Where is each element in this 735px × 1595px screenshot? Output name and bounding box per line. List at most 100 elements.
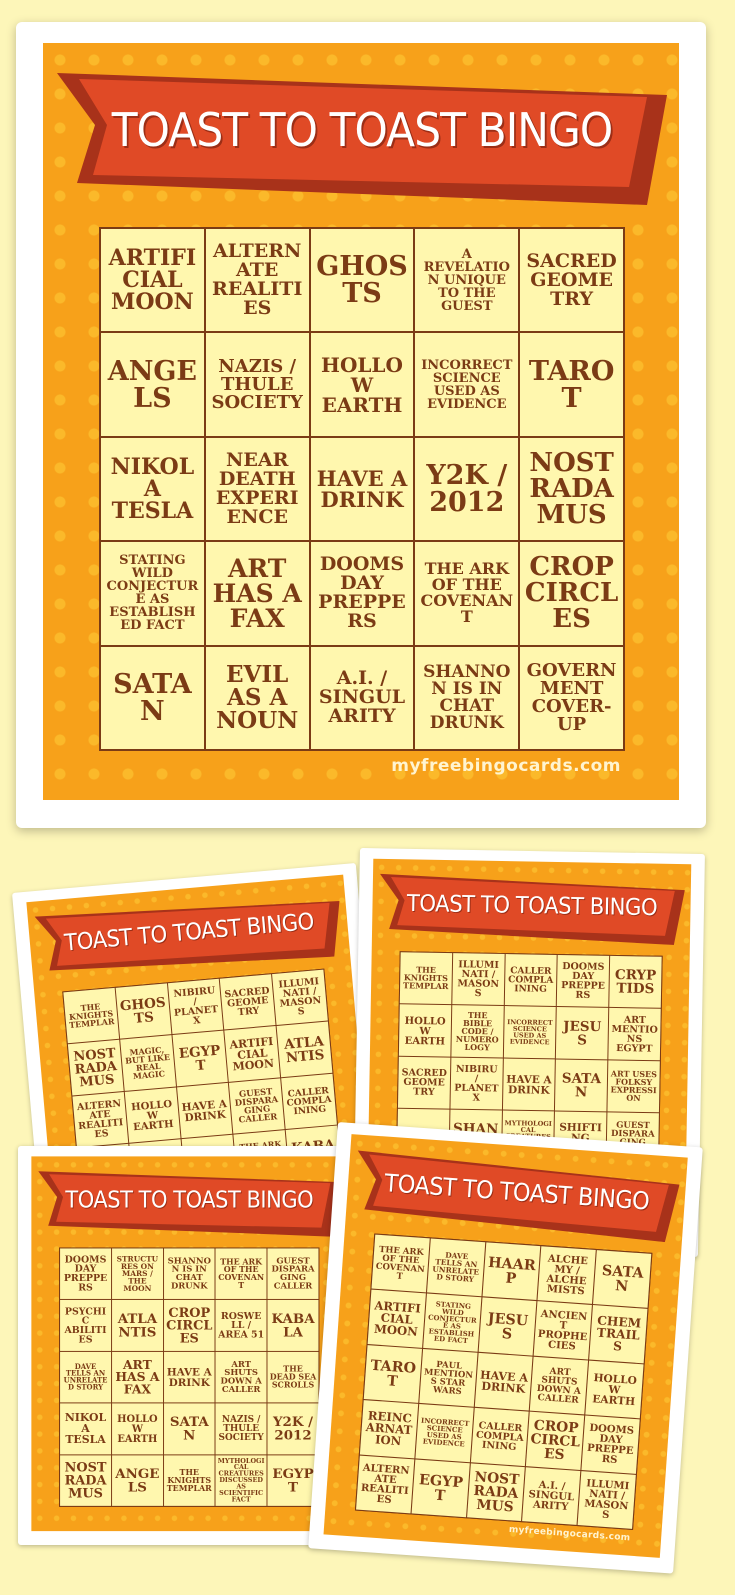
bingo-cell[interactable]: A.I. / SINGULARITY bbox=[310, 646, 414, 749]
bingo-cell[interactable]: REINCARNATION bbox=[359, 1400, 419, 1459]
bingo-cell[interactable]: NOSTRADAMUS bbox=[466, 1463, 526, 1522]
bingo-cell[interactable]: NIBIRU / PLANET X bbox=[167, 978, 224, 1035]
bingo-cell[interactable]: STATING WILD CONJECTURE AS ESTABLISHED F… bbox=[423, 1293, 482, 1352]
bingo-cell[interactable]: CALLER COMPLAINING bbox=[281, 1073, 337, 1130]
bingo-cell[interactable]: ALCHEMY / ALCHEMISTS bbox=[537, 1246, 596, 1305]
bingo-cell[interactable]: ANGELS bbox=[101, 333, 204, 436]
bingo-cell[interactable]: CROP CIRCLES bbox=[520, 542, 623, 645]
bingo-cell[interactable]: THE BIBLE CODE / NUMEROLOGY bbox=[451, 1005, 504, 1058]
bingo-cell[interactable]: TAROT bbox=[520, 333, 623, 436]
bingo-cell[interactable]: CALLER COMPLAINING bbox=[504, 954, 557, 1007]
bingo-cell[interactable]: SATAN bbox=[593, 1250, 652, 1309]
bingo-cell[interactable]: DOOMSDAY PREPPERS bbox=[60, 1248, 111, 1300]
bingo-cell[interactable]: HAVE A DRINK bbox=[310, 437, 414, 541]
bingo-cell[interactable]: THE KNIGHTS TEMPLAR bbox=[63, 987, 120, 1044]
bingo-cell[interactable]: INCORRECT SCIENCE USED AS EVIDENCE bbox=[415, 1404, 474, 1462]
bingo-cell[interactable]: DOOMSDAY PREPPERS bbox=[310, 542, 414, 645]
bingo-cell[interactable]: NOSTRADAMUS bbox=[60, 1455, 111, 1506]
bingo-cell[interactable]: ARTIFICIAL MOON bbox=[224, 1026, 281, 1082]
bingo-cell[interactable]: ALTERNATE REALITIES bbox=[205, 229, 309, 332]
bingo-cell[interactable]: ART HAS A FAX bbox=[111, 1351, 163, 1403]
bingo-cell[interactable]: PSYCHIC ABILITIES bbox=[60, 1300, 111, 1351]
bingo-cell[interactable]: CHEM TRAILS bbox=[589, 1305, 648, 1364]
bingo-cell[interactable]: NIKOLA TESLA bbox=[60, 1403, 111, 1455]
bingo-cell[interactable]: DOOMSDAY PREPPERS bbox=[581, 1415, 640, 1474]
bingo-cell[interactable]: ILLUMINATI / MASONS bbox=[452, 953, 505, 1006]
bingo-cell[interactable]: HAVE A DRINK bbox=[474, 1352, 533, 1411]
bingo-cell[interactable]: JESUS bbox=[556, 1007, 609, 1060]
bingo-cell[interactable]: TAROT bbox=[363, 1344, 422, 1403]
bingo-cell[interactable]: ATLANTIS bbox=[276, 1021, 333, 1078]
bingo-cell[interactable]: KABALA bbox=[267, 1300, 319, 1351]
bingo-cell[interactable]: HOLLOW EARTH bbox=[310, 333, 414, 436]
bingo-cell[interactable]: ILLUMINATI / MASONS bbox=[272, 969, 328, 1026]
bingo-cell[interactable]: EVIL AS A NOUN bbox=[205, 646, 309, 749]
bingo-cell[interactable]: DOOMSDAY PREPPERS bbox=[556, 954, 610, 1008]
bingo-cell[interactable]: SACRED GEOMETRY bbox=[397, 1056, 451, 1109]
bingo-cell[interactable]: HAVE A DRINK bbox=[163, 1351, 215, 1403]
bingo-cell[interactable]: INCORRECT SCIENCE USED AS EVIDENCE bbox=[415, 333, 519, 436]
bingo-cell[interactable]: HOLLOW EARTH bbox=[585, 1360, 644, 1419]
bingo-cell[interactable]: EGYPT bbox=[411, 1459, 470, 1518]
bingo-cell[interactable]: PAUL MENTIONS STAR WARS bbox=[419, 1348, 478, 1407]
bingo-cell[interactable]: CROP CIRCLES bbox=[526, 1411, 585, 1470]
bingo-cell[interactable]: JESUS bbox=[478, 1297, 537, 1356]
bingo-cell[interactable]: Y2K / 2012 bbox=[267, 1403, 319, 1455]
bingo-cell[interactable]: HOLLOW EARTH bbox=[111, 1403, 163, 1455]
bingo-cell[interactable]: HOLLOW EARTH bbox=[124, 1087, 181, 1143]
bingo-cell[interactable]: HAVE A DRINK bbox=[176, 1082, 233, 1139]
bingo-cell[interactable]: ART USES FOLKSY EXPRESSION bbox=[607, 1060, 660, 1113]
bingo-cell[interactable]: GHOSTS bbox=[115, 983, 172, 1039]
bingo-cell[interactable]: NEAR DEATH EXPERIENCE bbox=[205, 437, 309, 541]
bingo-cell[interactable]: INCORRECT SCIENCE USED AS EVIDENCE bbox=[503, 1006, 556, 1059]
bingo-cell[interactable]: THE ARK OF THE COVENANT bbox=[415, 542, 519, 645]
bingo-cell[interactable]: A REVELATION UNIQUE TO THE GUEST bbox=[415, 229, 519, 332]
bingo-cell[interactable]: ART SHUTS DOWN A CALLER bbox=[215, 1351, 267, 1403]
bingo-cell[interactable]: ROSWELL / AREA 51 bbox=[215, 1300, 267, 1351]
bingo-cell[interactable]: THE ARK OF THE COVENANT bbox=[371, 1234, 430, 1293]
bingo-cell[interactable]: SHANNON IS IN CHAT DRUNK bbox=[415, 646, 519, 749]
bingo-cell[interactable]: ANGELS bbox=[111, 1455, 163, 1506]
bingo-cell[interactable]: NIBIRU / PLANET X bbox=[450, 1057, 503, 1110]
bingo-cell[interactable]: ANCIENT PROPHECIES bbox=[533, 1301, 592, 1360]
bingo-cell[interactable]: THE ARK OF THE COVENANT bbox=[215, 1248, 267, 1300]
bingo-cell[interactable]: CROP CIRCLES bbox=[163, 1300, 215, 1351]
bingo-cell[interactable]: ATLANTIS bbox=[111, 1300, 163, 1351]
bingo-cell[interactable]: GOVERNMENT COVER-UP bbox=[520, 646, 623, 749]
bingo-cell[interactable]: ARTIFICIAL MOON bbox=[367, 1289, 426, 1348]
bingo-cell[interactable]: SATAN bbox=[101, 646, 204, 749]
bingo-cell[interactable]: GHOSTS bbox=[310, 229, 414, 332]
bingo-cell[interactable]: SATAN bbox=[555, 1059, 608, 1112]
bingo-cell[interactable]: MYTHOLOGICAL CREATURES DISCUSSED AS SCIE… bbox=[215, 1455, 267, 1506]
bingo-cell[interactable]: SATAN bbox=[163, 1403, 215, 1455]
bingo-cell[interactable]: ART MENTIONS EGYPT bbox=[608, 1008, 661, 1061]
bingo-cell[interactable]: SHANNON IS IN CHAT DRUNK bbox=[163, 1248, 215, 1300]
bingo-cell[interactable]: THE DEAD SEA SCROLLS bbox=[267, 1351, 319, 1403]
bingo-cell[interactable]: GUEST DISPARAGING CALLER bbox=[229, 1078, 285, 1134]
bingo-cell[interactable]: STRUCTURES ON MARS / THE MOON bbox=[111, 1248, 163, 1300]
bingo-cell[interactable]: STATING WILD CONJECTURE AS ESTABLISHED F… bbox=[101, 542, 204, 645]
bingo-cell[interactable]: GUEST DISPARAGING CALLER bbox=[267, 1248, 319, 1300]
bingo-cell[interactable]: HAARP bbox=[482, 1242, 541, 1301]
bingo-cell[interactable]: NAZIS / THULE SOCIETY bbox=[215, 1403, 267, 1455]
bingo-cell[interactable]: CRYPTIDS bbox=[609, 955, 662, 1008]
bingo-cell[interactable]: EGYPT bbox=[172, 1030, 228, 1087]
bingo-cell[interactable]: Y2K / 2012 bbox=[415, 437, 519, 541]
bingo-cell[interactable]: NOSTRADAMUS bbox=[67, 1039, 124, 1096]
bingo-cell[interactable]: DAVE TELLS AN UNRELATED STORY bbox=[60, 1351, 111, 1403]
bingo-cell[interactable]: A.I. / SINGULARITY bbox=[522, 1466, 581, 1525]
bingo-cell[interactable]: HAVE A DRINK bbox=[502, 1058, 556, 1111]
bingo-cell[interactable]: THE KNIGHTS TEMPLAR bbox=[399, 952, 453, 1005]
bingo-cell[interactable]: CALLER COMPLAINING bbox=[470, 1407, 529, 1466]
bingo-cell[interactable]: SACRED GEOMETRY bbox=[520, 229, 623, 332]
bingo-cell[interactable]: NOSTRADAMUS bbox=[520, 437, 623, 541]
bingo-cell[interactable]: ART HAS A FAX bbox=[205, 542, 309, 645]
bingo-cell[interactable]: ALTERNATE REALITIES bbox=[356, 1455, 415, 1514]
bingo-cell[interactable]: ART SHUTS DOWN A CALLER bbox=[530, 1356, 589, 1415]
bingo-cell[interactable]: ILLUMINATI / MASONS bbox=[577, 1470, 636, 1529]
bingo-cell[interactable]: ALTERNATE REALITIES bbox=[72, 1091, 129, 1148]
bingo-cell[interactable]: NIKOLA TESLA bbox=[101, 437, 204, 541]
bingo-cell[interactable]: HOLLOW EARTH bbox=[398, 1004, 452, 1057]
bingo-cell[interactable]: ARTIFICIAL MOON bbox=[101, 229, 204, 332]
bingo-cell[interactable]: MAGIC, BUT LIKE REAL MAGIC bbox=[120, 1035, 176, 1091]
